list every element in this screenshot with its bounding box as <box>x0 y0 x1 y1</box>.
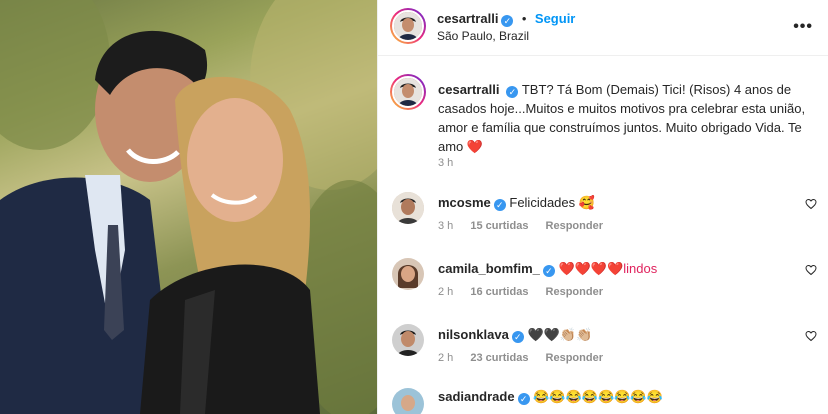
caption-avatar[interactable] <box>390 74 426 110</box>
verified-badge-icon: ✓ <box>501 15 514 27</box>
post-header: cesartralli ✓ • Seguir São Paulo, Brazil … <box>378 0 828 56</box>
comment-text: 😂😂😂😂😂😂😂😂 <box>533 389 663 404</box>
author-avatar[interactable] <box>390 8 426 44</box>
verified-badge-icon: ✓ <box>506 86 519 98</box>
comment-likes[interactable]: 23 curtidas <box>470 352 528 364</box>
more-options-icon[interactable]: ••• <box>793 18 813 36</box>
reply-button[interactable]: Responder <box>546 220 603 232</box>
post-caption: cesartralli ✓ TBT? Tá Bom (Demais) Tici! … <box>438 80 808 156</box>
reply-button[interactable]: Responder <box>546 286 603 298</box>
comment-item: camila_bomfim_ ✓ ❤️❤️❤️❤️lindos 2 h 16 cu… <box>378 256 828 326</box>
separator-dot: • <box>521 11 527 26</box>
couple-photo-illustration <box>0 0 377 414</box>
caption-username[interactable]: cesartralli <box>438 82 499 97</box>
comment-username[interactable]: camila_bomfim_ <box>438 261 540 276</box>
commenter-avatar[interactable] <box>392 324 424 356</box>
avatar-face-icon <box>394 12 422 40</box>
comment-text: Felicidades 🥰 <box>509 195 595 210</box>
comment-likes[interactable]: 15 curtidas <box>470 220 528 232</box>
like-heart-icon[interactable] <box>805 264 817 276</box>
comment-username[interactable]: mcosme <box>438 195 491 210</box>
comment-text: 🖤🖤👏🏼👏🏼 <box>527 327 593 342</box>
verified-badge-icon: ✓ <box>493 199 506 211</box>
comment-item-partial: sadiandrade ✓ 😂😂😂😂😂😂😂😂 <box>378 386 828 414</box>
avatar-face-icon <box>392 324 424 356</box>
reply-button[interactable]: Responder <box>546 352 603 364</box>
comment-item: mcosme ✓ Felicidades 🥰 3 h 15 curtidas Re… <box>378 190 828 260</box>
verified-badge-icon: ✓ <box>517 393 530 405</box>
comment-username[interactable]: sadiandrade <box>438 389 515 404</box>
caption-time[interactable]: 3 h <box>438 157 453 169</box>
avatar-face-icon <box>392 192 424 224</box>
post-location[interactable]: São Paulo, Brazil <box>437 29 529 43</box>
verified-badge-icon: ✓ <box>542 265 555 277</box>
comment-item: nilsonklava ✓ 🖤🖤👏🏼👏🏼 2 h 23 curtidas Resp… <box>378 322 828 392</box>
comment-time[interactable]: 3 h <box>438 220 453 232</box>
commenter-avatar[interactable] <box>392 192 424 224</box>
commenter-avatar[interactable] <box>392 388 424 414</box>
comment-text: ❤️❤️❤️❤️lindos <box>558 261 658 276</box>
comment-username[interactable]: nilsonklava <box>438 327 509 342</box>
like-heart-icon[interactable] <box>805 198 817 210</box>
like-heart-icon[interactable] <box>805 330 817 342</box>
follow-button[interactable]: Seguir <box>535 11 575 26</box>
post-photo[interactable] <box>0 0 377 414</box>
post-details-panel: cesartralli ✓ • Seguir São Paulo, Brazil … <box>377 0 828 414</box>
comment-likes[interactable]: 16 curtidas <box>470 286 528 298</box>
avatar-face-icon <box>392 388 424 414</box>
avatar-face-icon <box>392 258 424 290</box>
avatar-face-icon <box>394 78 422 106</box>
author-username[interactable]: cesartralli <box>437 11 498 26</box>
verified-badge-icon: ✓ <box>511 331 524 343</box>
comment-time[interactable]: 2 h <box>438 286 453 298</box>
commenter-avatar[interactable] <box>392 258 424 290</box>
comment-time[interactable]: 2 h <box>438 352 453 364</box>
